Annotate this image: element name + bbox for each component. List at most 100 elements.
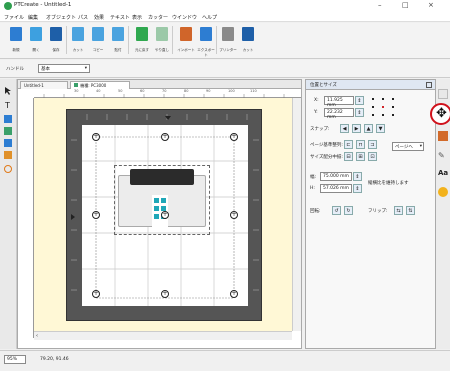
tab-document[interactable]: Untitled-1	[20, 81, 68, 89]
panel-pin-icon[interactable]	[426, 82, 432, 88]
rotate-handle-top-left[interactable]: +	[92, 133, 100, 141]
menu-path[interactable]: パス	[78, 14, 88, 21]
menu-object[interactable]: オブジェクト	[46, 14, 76, 21]
close-button[interactable]: ×	[428, 1, 434, 9]
rotate-handle-bottom-right[interactable]: +	[230, 290, 238, 298]
align-left-icon[interactable]: ⊏	[344, 140, 353, 149]
select-arrow-icon[interactable]	[4, 87, 12, 95]
vertical-scrollbar[interactable]	[292, 98, 301, 331]
layer-icon[interactable]	[438, 131, 448, 141]
height-stepper[interactable]: ⇕	[353, 184, 362, 193]
help-icon[interactable]	[438, 187, 448, 197]
scale-handle-top[interactable]: +	[161, 133, 169, 141]
handle-select[interactable]: 基本 ▾	[38, 64, 90, 73]
pen-tool-icon[interactable]: ✎	[438, 151, 448, 161]
distribute-h-icon[interactable]: ⊟	[344, 152, 353, 161]
panel-toggle-icon[interactable]	[438, 89, 448, 99]
menu-cutter[interactable]: カッター	[148, 14, 168, 21]
anchor-point[interactable]	[392, 114, 394, 116]
x-stepper[interactable]: ⇕	[355, 96, 364, 105]
menu-effect[interactable]: 効果	[94, 14, 104, 21]
x-input[interactable]: 11.925 mm	[324, 96, 354, 108]
snap-down-button[interactable]: ▼	[376, 124, 385, 133]
save-label: 保存	[52, 48, 60, 52]
import-icon[interactable]	[180, 27, 192, 41]
menu-window[interactable]: ウインドウ	[172, 14, 197, 21]
text-tool-icon[interactable]: T	[4, 101, 12, 110]
zoom-tool-icon[interactable]	[4, 165, 12, 173]
y-input[interactable]: 22.232 mm	[324, 108, 354, 120]
tab-printer-model[interactable]: 機種: PC3000	[70, 81, 130, 89]
shape-tool-icon[interactable]	[4, 115, 12, 123]
anchor-point[interactable]	[372, 114, 374, 116]
save-icon[interactable]	[50, 27, 62, 41]
position-tool-highlight[interactable]: ✥	[430, 103, 450, 125]
new-icon[interactable]	[10, 27, 22, 41]
cutter-label: カット	[242, 48, 254, 52]
rotate-cw-icon[interactable]: ↻	[344, 206, 353, 215]
width-stepper[interactable]: ⇕	[353, 172, 362, 181]
flip-v-icon[interactable]: ⇅	[406, 206, 415, 215]
text-properties-icon[interactable]: Aa	[438, 169, 448, 179]
keep-ratio-label[interactable]: 縦横比を維持します	[368, 180, 409, 186]
canvas[interactable]: + + + + + + + + +	[34, 98, 292, 331]
anchor-point[interactable]	[392, 98, 394, 100]
snap-left-button[interactable]: ◀	[340, 124, 349, 133]
undo-icon[interactable]	[136, 27, 148, 41]
redo-icon[interactable]	[156, 27, 168, 41]
align-target-select[interactable]: ページへ ▾	[392, 142, 424, 151]
anchor-point[interactable]	[372, 98, 374, 100]
rotate-handle-bottom-left[interactable]: +	[92, 290, 100, 298]
scale-handle-left[interactable]: +	[92, 211, 100, 219]
scroll-left-icon[interactable]: ‹	[36, 333, 38, 339]
menu-view[interactable]: 表示	[132, 14, 142, 21]
align-center-icon[interactable]: ⊓	[356, 140, 365, 149]
paste-icon[interactable]	[112, 27, 124, 41]
anchor-point-selected[interactable]	[382, 106, 384, 108]
move-handle-center[interactable]: +	[161, 211, 169, 219]
cutter-icon[interactable]	[242, 27, 254, 41]
toolbar: 新規 開く 保存 カット コピー 貼付 元に戻す やり直し インポート エクスポ…	[0, 23, 450, 59]
image-tool-icon[interactable]	[4, 127, 12, 135]
printer-icon[interactable]	[222, 27, 234, 41]
align-right-icon[interactable]: ⊐	[368, 140, 377, 149]
snap-right-button[interactable]: ▶	[352, 124, 361, 133]
open-icon[interactable]	[30, 27, 42, 41]
panel-title: 位置とサイズ	[310, 83, 337, 88]
cut-icon[interactable]	[72, 27, 84, 41]
copy-icon[interactable]	[92, 27, 104, 41]
menu-text[interactable]: テキスト	[110, 14, 130, 21]
horizontal-scrollbar[interactable]: ‹	[34, 331, 292, 340]
snap-up-button[interactable]: ▲	[364, 124, 373, 133]
rotate-ccw-icon[interactable]: ↺	[332, 206, 341, 215]
rotate-handle-top-right[interactable]: +	[230, 133, 238, 141]
distribute-v-icon[interactable]: ⊞	[356, 152, 365, 161]
tool-strip: T	[0, 79, 17, 349]
scale-handle-bottom[interactable]: +	[161, 290, 169, 298]
toolbar-separator	[66, 26, 67, 54]
handle-bar: ハンドル 基本 ▾	[0, 60, 450, 78]
export-icon[interactable]	[200, 27, 212, 41]
anchor-point[interactable]	[382, 98, 384, 100]
menu-edit[interactable]: 編集	[28, 14, 38, 21]
barcode-tool-icon[interactable]	[4, 139, 12, 147]
open-label: 開く	[32, 48, 40, 52]
distribute-center-icon[interactable]: ⊡	[368, 152, 377, 161]
fill-tool-icon[interactable]	[4, 151, 12, 159]
anchor-point[interactable]	[382, 114, 384, 116]
undo-label: 元に戻す	[135, 48, 149, 52]
anchor-point[interactable]	[392, 106, 394, 108]
width-input[interactable]: 75.000 mm	[320, 172, 352, 181]
ruler-tick-label: 50	[118, 89, 123, 93]
scale-handle-right[interactable]: +	[230, 211, 238, 219]
y-stepper[interactable]: ⇕	[355, 108, 364, 117]
menu-file[interactable]: ファイル	[4, 14, 24, 21]
zoom-select[interactable]: 95%	[4, 355, 26, 364]
vertical-ruler	[22, 98, 34, 338]
flip-h-icon[interactable]: ⇆	[394, 206, 403, 215]
minimize-button[interactable]: –	[378, 1, 382, 9]
maximize-button[interactable]: □	[402, 1, 409, 9]
height-input[interactable]: 57.026 mm	[320, 184, 352, 193]
menu-help[interactable]: ヘルプ	[202, 14, 217, 21]
anchor-point[interactable]	[372, 106, 374, 108]
